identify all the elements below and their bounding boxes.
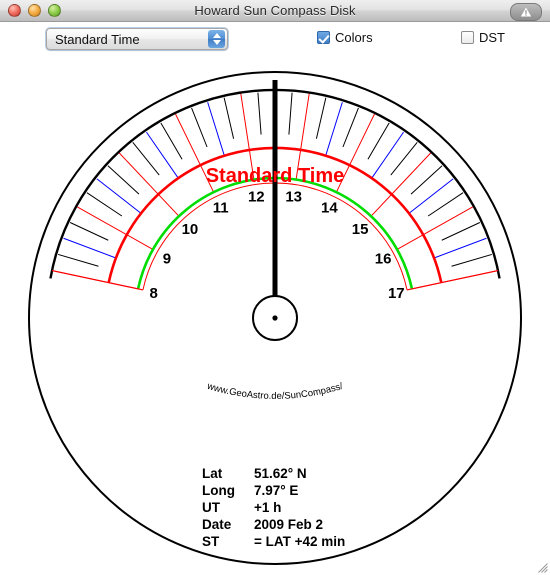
resize-grip-icon[interactable] bbox=[535, 560, 549, 574]
info-value: = LAT +42 min bbox=[254, 534, 345, 549]
compass-canvas: 8 9 10 11 12 13 14 15 16 17 Standard Time www.Geo… bbox=[0, 58, 550, 575]
close-button[interactable] bbox=[8, 4, 21, 17]
dial-caption: Standard Time bbox=[206, 165, 345, 187]
stepper-arrows-icon[interactable] bbox=[208, 30, 225, 48]
checkmark-icon[interactable] bbox=[317, 31, 330, 44]
info-value: 51.62° N bbox=[254, 466, 307, 481]
hour-label: 16 bbox=[375, 250, 392, 267]
credit-text: www.GeoAstro.de/SunCompass/ bbox=[205, 381, 345, 402]
title-bar[interactable]: Howard Sun Compass Disk bbox=[0, 0, 550, 22]
info-value: 2009 Feb 2 bbox=[254, 517, 323, 532]
info-block: Lat 51.62° N Long 7.97° E UT +1 h Date 2009 Feb… bbox=[202, 466, 345, 549]
mode-select-value: Standard Time bbox=[55, 31, 140, 47]
minimize-button[interactable] bbox=[28, 4, 41, 17]
warning-icon[interactable] bbox=[510, 3, 542, 21]
hour-label: 8 bbox=[150, 285, 158, 302]
hour-label: 17 bbox=[388, 285, 405, 302]
sun-compass-disk: 8 9 10 11 12 13 14 15 16 17 Standard Time www.Geo… bbox=[28, 71, 522, 565]
info-value: 7.97° E bbox=[254, 483, 298, 498]
info-label: Date bbox=[202, 517, 232, 532]
info-label: Lat bbox=[202, 466, 223, 481]
hour-label: 12 bbox=[248, 188, 265, 205]
dst-checkbox-label: DST bbox=[479, 30, 505, 45]
hour-label: 14 bbox=[321, 200, 338, 217]
mode-select[interactable]: Standard Time bbox=[46, 28, 228, 50]
hour-label: 13 bbox=[285, 188, 302, 205]
info-label: UT bbox=[202, 500, 221, 515]
center-pivot bbox=[272, 315, 278, 321]
info-label: ST bbox=[202, 534, 220, 549]
app-window: Howard Sun Compass Disk Standard Time Co… bbox=[0, 0, 550, 575]
hour-label: 9 bbox=[163, 250, 171, 267]
hour-label: 10 bbox=[182, 221, 199, 238]
info-value: +1 h bbox=[254, 500, 281, 515]
hour-label: 15 bbox=[352, 221, 369, 238]
info-label: Long bbox=[202, 483, 235, 498]
colors-checkbox[interactable]: Colors bbox=[317, 30, 373, 45]
toolbar: Standard Time Colors DST bbox=[0, 22, 550, 58]
zoom-button[interactable] bbox=[48, 4, 61, 17]
window-title: Howard Sun Compass Disk bbox=[194, 3, 356, 18]
dst-checkbox[interactable]: DST bbox=[461, 30, 505, 45]
window-controls bbox=[8, 4, 61, 17]
colors-checkbox-label: Colors bbox=[335, 30, 373, 45]
hour-label: 11 bbox=[213, 200, 229, 217]
empty-checkbox-icon[interactable] bbox=[461, 31, 474, 44]
